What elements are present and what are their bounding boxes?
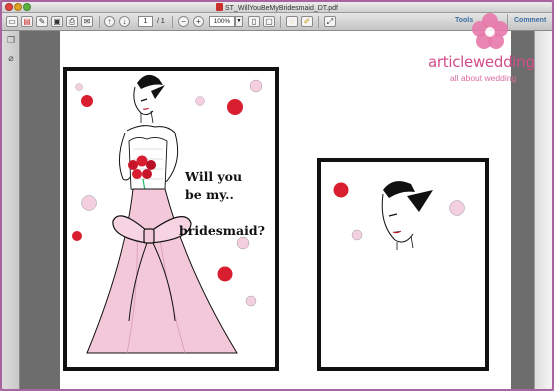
page-total-label: / 1 — [157, 18, 165, 25]
red-dot — [227, 99, 243, 115]
pdf-file-icon — [216, 3, 224, 11]
pink-dot — [351, 229, 363, 241]
page-thumbnails-icon[interactable]: ❐ — [6, 35, 16, 45]
print-icon[interactable]: ⎙ — [66, 16, 78, 27]
watermark-tagline: all about wedding — [450, 73, 517, 83]
watermark-brand: articlewedding — [428, 53, 535, 71]
pink-dot — [81, 195, 97, 211]
email-icon[interactable]: ✉ — [81, 16, 93, 27]
pink-dot — [449, 200, 465, 216]
flower-logo-icon — [472, 13, 508, 49]
red-dot — [81, 95, 93, 107]
invitation-line-2: be my.. — [185, 187, 234, 202]
bride-illustration — [72, 74, 263, 354]
pink-dot — [249, 79, 263, 93]
toolbar-separator — [318, 16, 319, 28]
pink-dot — [236, 236, 250, 250]
invitation-card-back — [317, 158, 489, 371]
zoom-in-button[interactable]: + — [193, 16, 204, 27]
zoom-level-input[interactable]: 100% — [209, 16, 235, 27]
invitation-card-front: Will you be my.. bridesmaid? — [63, 67, 279, 371]
bride-portrait-illustration — [333, 181, 465, 250]
window-title-text: ST_WillYouBeMyBridesmaid_DT.pdf — [225, 5, 338, 12]
save-icon[interactable]: ▣ — [51, 16, 63, 27]
red-dot — [217, 266, 233, 282]
highlight-icon[interactable]: ✐ — [301, 16, 313, 27]
toolbar-separator — [172, 16, 173, 28]
fit-page-icon[interactable]: ▢ — [263, 16, 275, 27]
invitation-line-1: Will you — [185, 169, 243, 184]
toolbar-separator — [280, 16, 281, 28]
fit-width-icon[interactable]: ▯ — [248, 16, 260, 27]
watermark: articlewedding all about wedding — [422, 11, 552, 86]
zoom-dropdown-icon[interactable]: ▼ — [235, 16, 243, 27]
open-icon[interactable]: ▭ — [6, 16, 18, 27]
app-window: ST_WillYouBeMyBridesmaid_DT.pdf ▭ ▤ ✎ ▣ … — [0, 0, 554, 391]
next-page-button[interactable]: ↓ — [119, 16, 130, 27]
toolbar-separator — [99, 16, 100, 28]
previous-page-button[interactable]: ↑ — [104, 16, 115, 27]
red-dot — [72, 231, 82, 241]
page-number-input[interactable]: 1 — [138, 16, 153, 27]
pink-dot — [245, 295, 257, 307]
edit-icon[interactable]: ✎ — [36, 16, 48, 27]
create-pdf-icon[interactable]: ▤ — [21, 16, 33, 27]
attachments-icon[interactable]: ⌀ — [6, 53, 16, 63]
navigation-pane: ❐ ⌀ — [2, 31, 20, 389]
pink-dot — [195, 96, 205, 106]
expand-icon[interactable]: ⤢ — [324, 16, 336, 27]
invitation-line-3: bridesmaid? — [179, 223, 265, 238]
zoom-out-button[interactable]: − — [178, 16, 189, 27]
comment-bubble-icon[interactable]: ◌ — [286, 16, 298, 27]
red-dot — [333, 182, 349, 198]
pink-dot — [75, 83, 83, 91]
